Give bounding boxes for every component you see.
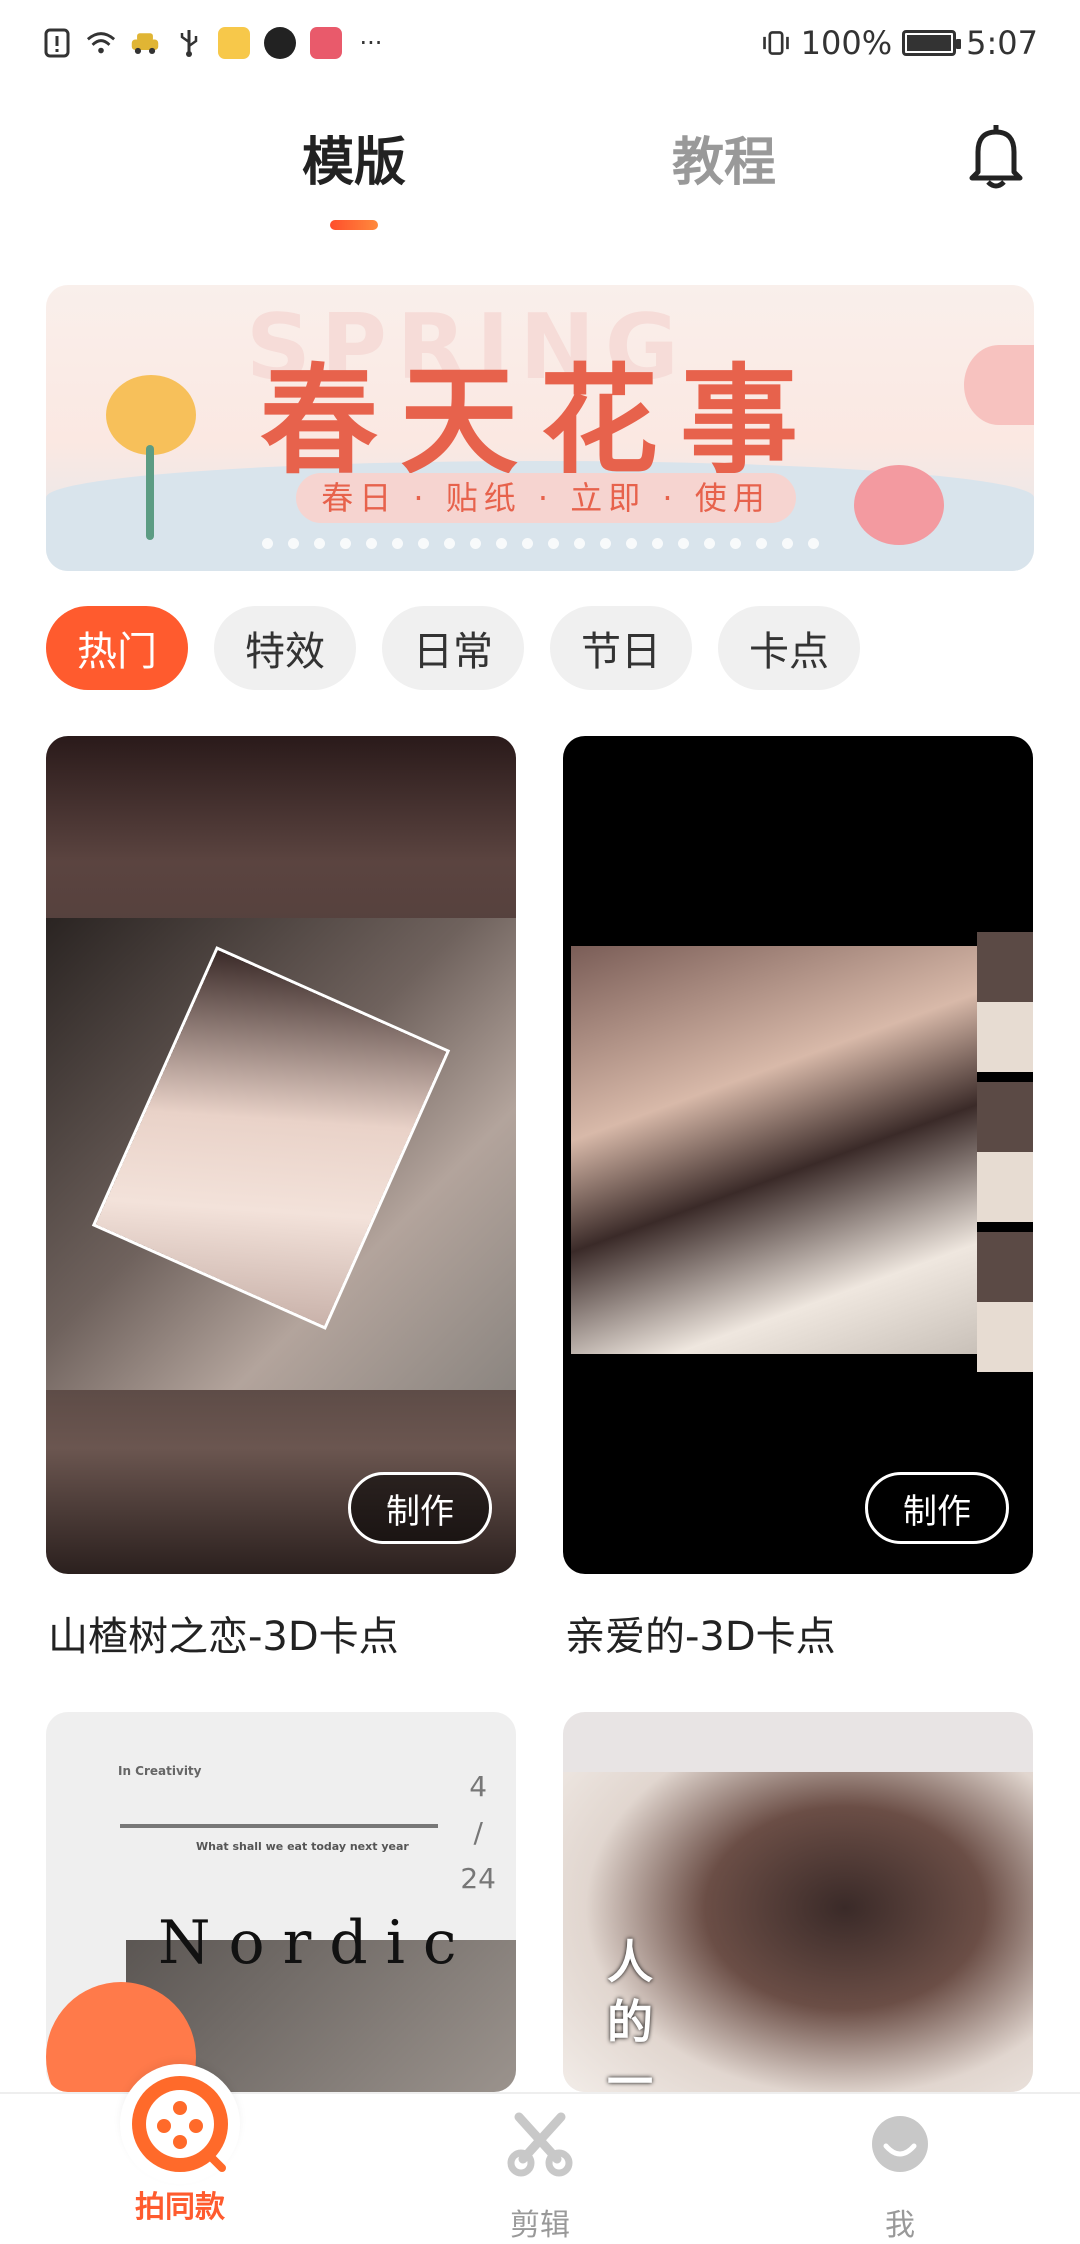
more-notifications-icon: ···: [359, 29, 383, 57]
usb-icon: [174, 28, 204, 58]
nav-label: 拍同款: [135, 2190, 225, 2225]
page-number-bottom: 24: [460, 1862, 496, 1895]
template-card[interactable]: 制作: [563, 736, 1033, 1574]
shopping-app-icon: [310, 27, 342, 59]
category-chips: 热门 特效 日常 节日 卡点: [46, 606, 860, 690]
chip-beat-sync[interactable]: 卡点: [718, 606, 860, 690]
page-number-separator: /: [473, 1816, 483, 1849]
car-icon: [130, 28, 160, 58]
chip-daily[interactable]: 日常: [382, 606, 524, 690]
battery-icon: [902, 30, 962, 56]
divider: [120, 1824, 438, 1828]
template-title[interactable]: 山楂树之恋-3D卡点: [48, 1604, 399, 1662]
status-bar: ··· 100% 5:07: [0, 0, 1080, 86]
template-card[interactable]: 制作: [46, 736, 516, 1574]
page-number-top: 4: [469, 1770, 488, 1803]
active-tab-indicator: [330, 220, 378, 230]
nav-item-me[interactable]: 我: [800, 2094, 1000, 2244]
chip-holiday[interactable]: 节日: [550, 606, 692, 690]
battery-percent: 100%: [800, 24, 893, 62]
make-button[interactable]: 制作: [865, 1472, 1009, 1544]
tab-templates[interactable]: 模版: [302, 120, 406, 195]
make-button[interactable]: 制作: [348, 1472, 492, 1544]
promo-banner[interactable]: SPRING 春天花事 春日 · 贴纸 · 立即 · 使用: [46, 285, 1034, 571]
nav-item-shoot-same[interactable]: 拍同款: [80, 2064, 280, 2244]
tiktok-app-icon: [264, 27, 296, 59]
template-thumbnail: [571, 946, 981, 1354]
card-word: Nordic: [158, 1908, 475, 1978]
tab-tutorials[interactable]: 教程: [672, 120, 776, 195]
chip-effects[interactable]: 特效: [214, 606, 356, 690]
banner-subtitle: 春日 · 贴纸 · 立即 · 使用: [296, 473, 796, 523]
banner-title: 春天花事: [259, 351, 820, 490]
film-reel-icon: [120, 2064, 240, 2184]
banner-pager-dots: [46, 538, 1034, 549]
portrait-photo: [95, 950, 447, 1326]
template-card[interactable]: 人的一: [563, 1712, 1033, 2092]
weibo-app-icon: [218, 27, 250, 59]
status-icons-left: ···: [42, 27, 386, 59]
wifi-icon: [86, 28, 116, 58]
nav-label: 我: [885, 2208, 915, 2243]
card-page-number: 4 / 24: [460, 1764, 496, 1902]
top-tab-bar: 模版 教程: [0, 110, 1080, 240]
nav-item-edit[interactable]: 剪辑: [440, 2094, 640, 2244]
status-icons-right: 100% 5:07: [761, 24, 1038, 62]
card-overlay-text: 人的一: [607, 1935, 653, 2092]
template-card[interactable]: In Creativity What shall we eat today ne…: [46, 1712, 516, 2092]
bell-icon[interactable]: [964, 122, 1028, 190]
card-tiny-text: What shall we eat today next year: [196, 1840, 409, 1853]
template-thumbnail: [46, 918, 516, 1390]
nav-label: 剪辑: [510, 2208, 570, 2243]
card-small-text: In Creativity: [118, 1764, 202, 1778]
scissors-icon: [507, 2094, 573, 2194]
template-title[interactable]: 亲爱的-3D卡点: [565, 1604, 836, 1662]
clock: 5:07: [966, 24, 1038, 62]
bottom-nav: 拍同款 剪辑 我: [0, 2064, 1080, 2244]
vibrate-icon: [761, 28, 791, 58]
alert-icon: [42, 28, 72, 58]
photo-strip: [977, 932, 1033, 1378]
profile-face-icon: [870, 2094, 930, 2194]
chip-hot[interactable]: 热门: [46, 606, 188, 690]
